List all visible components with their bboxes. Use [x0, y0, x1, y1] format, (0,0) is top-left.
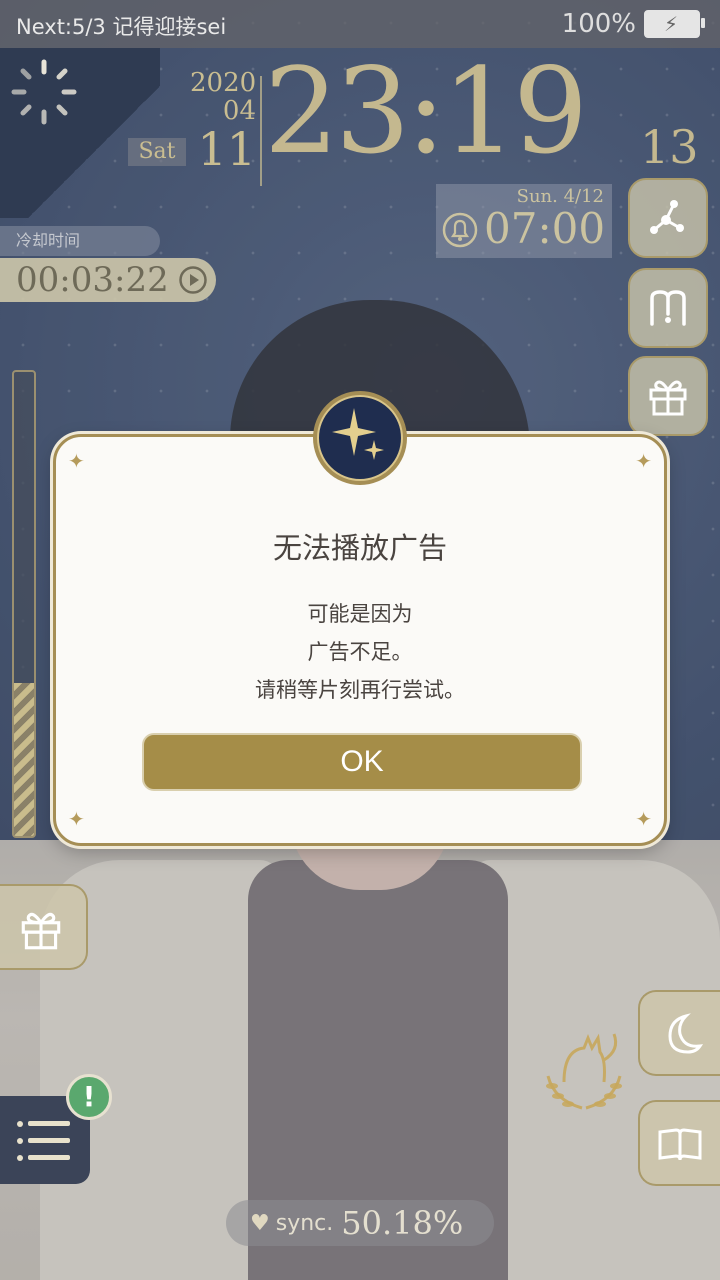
- sync-label: sync.: [275, 1210, 334, 1236]
- clock-date: 2020 04 11: [190, 70, 256, 172]
- spinner-icon: [11, 59, 77, 125]
- cat-emblem-icon: [546, 1033, 622, 1110]
- sparkle-icon: ✦: [635, 449, 652, 473]
- ad-error-dialog: ✦ ✦ ✦ ✦ 无法播放广告 可能是因为 广告不足。 请稍等片刻再行尝试。 OK: [53, 434, 667, 846]
- clock-seconds: 13: [640, 120, 699, 174]
- alarm-time: 07:00: [484, 204, 606, 253]
- clock-time: 23:19: [264, 42, 588, 180]
- sync-value: 50.18%: [341, 1204, 464, 1242]
- battery-icon: ⚡: [644, 10, 705, 38]
- energy-gauge: [12, 370, 36, 838]
- battery-indicator: 100% ⚡: [561, 9, 705, 39]
- next-event-text: Next:5/3 记得迎接sei: [16, 15, 227, 39]
- clock-year: 2020: [190, 68, 257, 98]
- sparkle-icon: ✦: [68, 449, 85, 473]
- battery-percent: 100%: [561, 9, 636, 39]
- clock-weekday: Sat: [128, 138, 186, 166]
- cooldown-label: 冷却时间: [0, 226, 160, 256]
- share-button[interactable]: [628, 178, 708, 258]
- clock-divider: [260, 76, 262, 186]
- sparkle-icon: ✦: [635, 807, 652, 831]
- sync-indicator: ♥ sync. 50.18%: [226, 1200, 494, 1246]
- diary-button[interactable]: [638, 1100, 720, 1186]
- dialog-message-line: 请稍等片刻再行尝试。: [255, 678, 465, 702]
- dialog-message-line: 广告不足。: [307, 640, 413, 664]
- m-icon: [650, 290, 686, 326]
- share-icon: [650, 200, 684, 234]
- gift-button-right[interactable]: [628, 356, 708, 436]
- alarm-widget[interactable]: Sun. 4/12 07:00: [436, 184, 612, 258]
- status-bar: Next:5/3 记得迎接sei 100% ⚡: [0, 0, 720, 48]
- gift-icon: [21, 912, 61, 950]
- memo-button[interactable]: [628, 268, 708, 348]
- gift-icon: [649, 380, 687, 416]
- sleep-button[interactable]: [638, 990, 720, 1076]
- dialog-title: 无法播放广告: [272, 531, 447, 565]
- menu-icon: [17, 1121, 70, 1161]
- dialog-message-line: 可能是因为: [307, 602, 413, 626]
- clock-day: 11: [197, 122, 256, 176]
- gift-button-left[interactable]: [0, 884, 88, 970]
- clock-month: 04: [222, 96, 256, 126]
- star-emblem-icon: [313, 391, 407, 485]
- sparkle-icon: ✦: [68, 807, 85, 831]
- energy-gauge-fill: [14, 682, 34, 836]
- ok-button[interactable]: OK: [142, 733, 582, 791]
- dialog-message: 可能是因为 广告不足。 请稍等片刻再行尝试。: [56, 595, 664, 709]
- moon-icon: [668, 1013, 704, 1054]
- bell-icon: [442, 212, 478, 248]
- play-icon[interactable]: [178, 265, 208, 295]
- heart-icon: ♥: [250, 1210, 270, 1236]
- book-icon: [658, 1128, 702, 1161]
- notification-badge[interactable]: !: [66, 1074, 112, 1120]
